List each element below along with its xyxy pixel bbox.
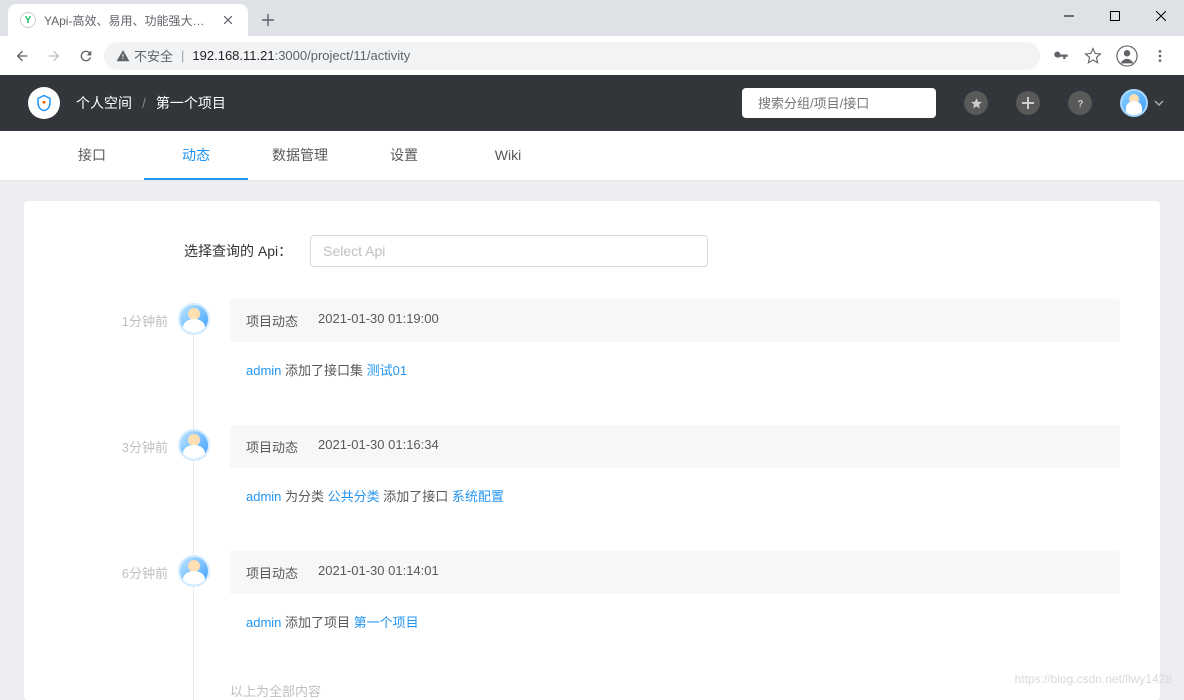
star-button[interactable] (964, 91, 988, 115)
forward-button[interactable] (40, 42, 68, 70)
url-box[interactable]: 不安全 | 192.168.11.21:3000/project/11/acti… (104, 42, 1040, 70)
timeline-timestamp: 2021-01-30 01:14:01 (318, 563, 439, 582)
profile-icon[interactable] (1116, 45, 1138, 67)
timeline-link[interactable]: 系统配置 (452, 489, 504, 504)
project-tabs: 接口动态数据管理设置Wiki (0, 131, 1184, 181)
tab-setting[interactable]: 设置 (352, 131, 456, 180)
app-header: 个人空间 / 第一个项目 ? (0, 75, 1184, 131)
add-button[interactable] (1016, 91, 1040, 115)
breadcrumb-separator: / (142, 95, 146, 111)
search-box[interactable] (742, 88, 936, 118)
window-maximize-button[interactable] (1092, 0, 1138, 32)
timeline-body: admin 添加了接口集 测试01 (230, 342, 1120, 397)
timeline-title: 项目动态 (246, 311, 298, 330)
timeline-body: admin 为分类 公共分类 添加了接口 系统配置 (230, 468, 1120, 523)
timeline-link[interactable]: 第一个项目 (354, 615, 419, 630)
timeline-link[interactable]: admin (246, 489, 281, 504)
logo-icon[interactable] (28, 87, 60, 119)
timeline-end: 以上为全部内容 (110, 677, 1120, 700)
tab-api[interactable]: 接口 (40, 131, 144, 180)
api-select[interactable]: Select Api (310, 235, 708, 267)
breadcrumb: 个人空间 / 第一个项目 (76, 93, 226, 113)
close-icon[interactable] (220, 12, 236, 28)
timeline-item: 1分钟前 项目动态 2021-01-30 01:19:00 admin 添加了接口集 … (110, 299, 1120, 397)
browser-chrome: YApi-高效、易用、功能强大的可... 不安全 | 192.168.11.21… (0, 0, 1184, 75)
svg-text:?: ? (1077, 98, 1083, 109)
chevron-down-icon (1154, 98, 1164, 108)
reload-button[interactable] (72, 42, 100, 70)
tab-data[interactable]: 数据管理 (248, 131, 352, 180)
password-key-icon[interactable] (1052, 47, 1070, 65)
api-filter-row: 选择查询的 Api： Select Api (184, 235, 1120, 267)
breadcrumb-space[interactable]: 个人空间 (76, 93, 132, 113)
tab-activity[interactable]: 动态 (144, 131, 248, 180)
warning-icon (116, 49, 130, 63)
address-bar: 不安全 | 192.168.11.21:3000/project/11/acti… (0, 36, 1184, 75)
window-minimize-button[interactable] (1046, 0, 1092, 32)
search-input[interactable] (758, 96, 934, 111)
api-filter-label: 选择查询的 Api： (184, 241, 292, 261)
avatar (178, 429, 210, 461)
timeline-text: 为分类 (281, 489, 327, 504)
content: 选择查询的 Api： Select Api 1分钟前项目动态2021-01-30… (0, 181, 1184, 700)
timeline-item: 6分钟前 项目动态 2021-01-30 01:14:01 admin 添加了项目 第… (110, 551, 1120, 649)
timeline-text: 添加了接口集 (281, 363, 366, 378)
user-menu[interactable] (1120, 89, 1164, 117)
new-tab-button[interactable] (254, 6, 282, 34)
tab-bar: YApi-高效、易用、功能强大的可... (0, 0, 1184, 36)
timeline-title: 项目动态 (246, 563, 298, 582)
security-indicator: 不安全 (116, 46, 173, 65)
tab-title: YApi-高效、易用、功能强大的可... (44, 12, 212, 29)
timeline-item: 3分钟前 项目动态 2021-01-30 01:16:34 admin 为分类 公共分… (110, 425, 1120, 523)
timeline-link[interactable]: admin (246, 363, 281, 378)
tab-wiki[interactable]: Wiki (456, 131, 560, 180)
help-button[interactable]: ? (1068, 91, 1092, 115)
timeline-timestamp: 2021-01-30 01:19:00 (318, 311, 439, 330)
avatar (178, 303, 210, 335)
browser-tab[interactable]: YApi-高效、易用、功能强大的可... (8, 4, 248, 36)
breadcrumb-project[interactable]: 第一个项目 (156, 93, 226, 113)
bookmark-star-icon[interactable] (1084, 47, 1102, 65)
favicon-icon (20, 12, 36, 28)
timeline-timestamp: 2021-01-30 01:16:34 (318, 437, 439, 456)
timeline-text: 添加了接口 (380, 489, 452, 504)
menu-dots-icon[interactable] (1152, 48, 1168, 64)
window-controls (1046, 0, 1184, 32)
api-select-placeholder: Select Api (323, 243, 385, 259)
activity-card: 选择查询的 Api： Select Api 1分钟前项目动态2021-01-30… (24, 201, 1160, 700)
timeline-relative-time: 6分钟前 (108, 563, 168, 582)
timeline-header: 项目动态 2021-01-30 01:14:01 (230, 551, 1120, 594)
timeline-header: 项目动态 2021-01-30 01:19:00 (230, 299, 1120, 342)
timeline-link[interactable]: 测试01 (367, 363, 407, 378)
timeline: 1分钟前项目动态2021-01-30 01:19:00admin 添加了接口集 … (110, 299, 1120, 700)
timeline-link[interactable]: 公共分类 (328, 489, 380, 504)
url-text: 192.168.11.21:3000/project/11/activity (192, 48, 410, 63)
address-bar-icons (1044, 45, 1176, 67)
timeline-text: 添加了项目 (281, 615, 353, 630)
window-close-button[interactable] (1138, 0, 1184, 32)
security-label: 不安全 (134, 46, 173, 65)
timeline-link[interactable]: admin (246, 615, 281, 630)
avatar (1120, 89, 1148, 117)
timeline-relative-time: 3分钟前 (108, 437, 168, 456)
avatar (178, 555, 210, 587)
back-button[interactable] (8, 42, 36, 70)
timeline-title: 项目动态 (246, 437, 298, 456)
timeline-relative-time: 1分钟前 (108, 311, 168, 330)
timeline-body: admin 添加了项目 第一个项目 (230, 594, 1120, 649)
timeline-header: 项目动态 2021-01-30 01:16:34 (230, 425, 1120, 468)
